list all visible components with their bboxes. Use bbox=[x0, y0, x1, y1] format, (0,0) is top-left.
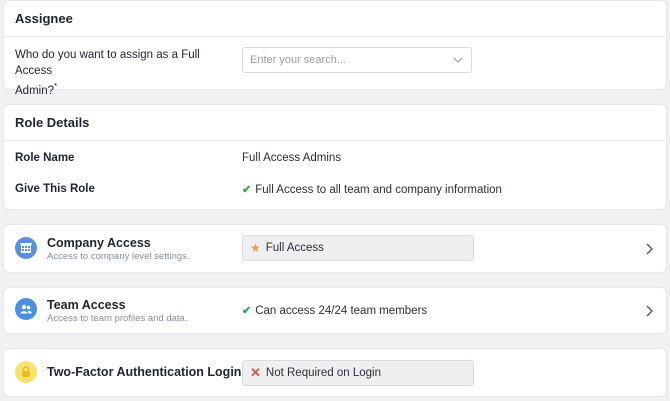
assign-question-line2: Admin? bbox=[15, 84, 54, 97]
role-name-label: Role Name bbox=[15, 152, 75, 164]
assign-question-line1: Who do you want to assign as a Full Acce… bbox=[15, 49, 200, 77]
team-access-text: Can access 24/24 team members bbox=[255, 304, 428, 317]
search-placeholder: Enter your search... bbox=[250, 54, 346, 66]
lock-icon bbox=[15, 361, 37, 383]
role-details-header: Role Details bbox=[4, 105, 666, 141]
chevron-right-icon[interactable] bbox=[644, 304, 654, 318]
give-role-label: Give This Role bbox=[15, 183, 95, 195]
assignee-title: Assignee bbox=[15, 11, 73, 26]
team-access-card[interactable]: Team Access Access to team profiles and … bbox=[4, 288, 666, 333]
people-icon bbox=[15, 298, 37, 320]
team-access-value: ✔ Can access 24/24 team members bbox=[242, 304, 428, 318]
team-access-title: Team Access bbox=[47, 298, 126, 312]
check-icon: ✔ bbox=[242, 305, 252, 317]
building-icon bbox=[15, 237, 37, 259]
give-role-text: Full Access to all team and company info… bbox=[255, 183, 502, 196]
two-factor-badge: ✕ Not Required on Login bbox=[242, 360, 474, 386]
company-access-badge: ★ Full Access bbox=[242, 235, 474, 261]
role-details-title: Role Details bbox=[15, 115, 90, 130]
assign-question: Who do you want to assign as a Full Acce… bbox=[15, 47, 235, 99]
role-name-value: Full Access Admins bbox=[242, 152, 342, 164]
two-factor-card: Two-Factor Authentication Login ✕ Not Re… bbox=[4, 349, 666, 396]
company-access-subtitle: Access to company level settings. bbox=[47, 251, 190, 262]
company-access-value: Full Access bbox=[265, 242, 324, 254]
chevron-down-icon bbox=[453, 57, 463, 63]
assignee-card: Assignee Who do you want to assign as a … bbox=[4, 1, 666, 97]
company-access-title: Company Access bbox=[47, 236, 151, 250]
check-icon: ✔ bbox=[242, 184, 252, 196]
chevron-right-icon[interactable] bbox=[644, 242, 654, 256]
company-access-card[interactable]: Company Access Access to company level s… bbox=[4, 225, 666, 272]
required-mark: * bbox=[54, 82, 58, 91]
team-access-subtitle: Access to team profiles and data. bbox=[47, 313, 188, 324]
two-factor-title: Two-Factor Authentication Login bbox=[47, 365, 242, 379]
assignee-header: Assignee bbox=[4, 1, 666, 37]
role-details-card: Role Details Role Name Full Access Admin… bbox=[4, 105, 666, 209]
two-factor-value: Not Required on Login bbox=[265, 367, 381, 379]
star-icon: ★ bbox=[250, 241, 261, 255]
x-mark-icon: ✕ bbox=[250, 365, 261, 380]
give-role-value: ✔ Full Access to all team and company in… bbox=[242, 183, 502, 197]
assignee-search-select[interactable]: Enter your search... bbox=[242, 47, 472, 73]
